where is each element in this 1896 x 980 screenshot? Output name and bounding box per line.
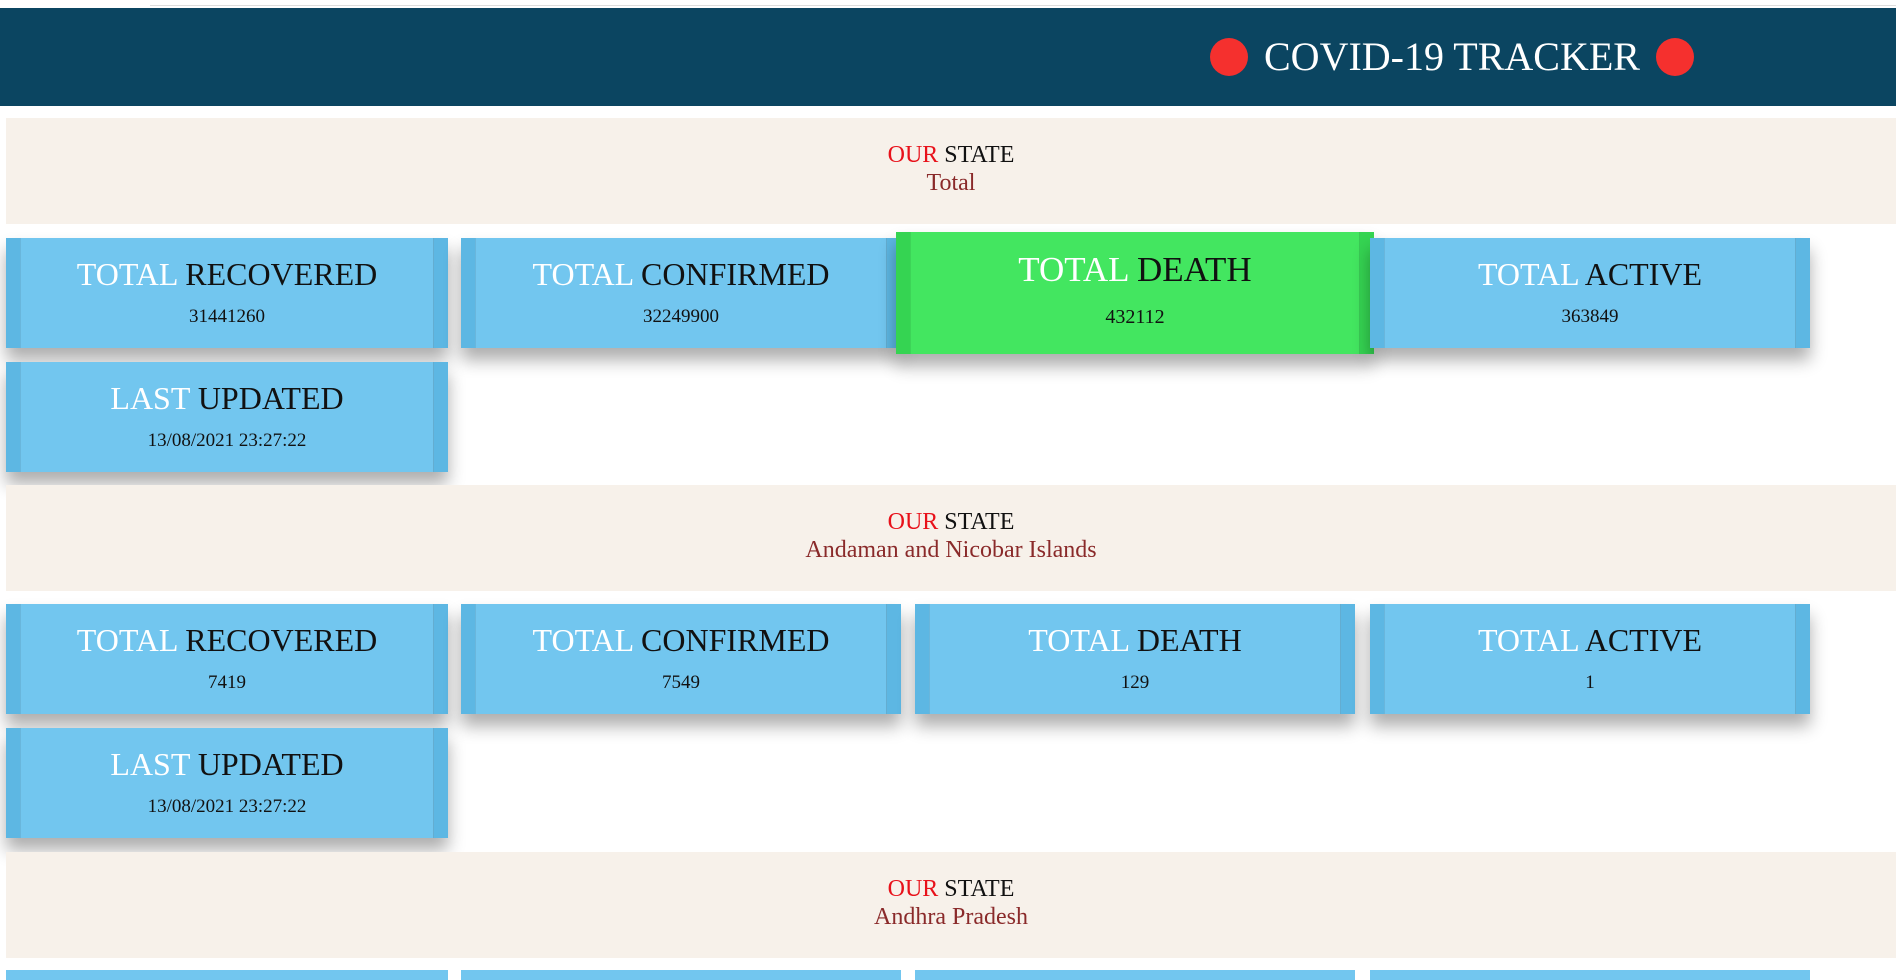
last-updated-card: LAST UPDATED 13/08/2021 23:27:22 — [6, 728, 448, 838]
state-header-total: OUR STATE Total — [6, 118, 1896, 224]
state-heading: OUR STATE — [6, 876, 1896, 903]
state-heading: OUR STATE — [6, 142, 1896, 169]
state-heading: OUR STATE — [6, 509, 1896, 536]
state-header-andhra: OUR STATE Andhra Pradesh — [6, 852, 1896, 958]
state-name: Total — [926, 170, 976, 196]
state-name: Andaman and Nicobar Islands — [805, 537, 1097, 563]
state-label: STATE — [944, 142, 1015, 168]
card-stub — [1370, 970, 1810, 980]
card-label: TOTAL CONFIRMED — [532, 256, 830, 292]
card-label: TOTAL DEATH — [1018, 250, 1252, 289]
card-value: 7419 — [208, 672, 246, 693]
last-updated-card: LAST UPDATED 13/08/2021 23:27:22 — [6, 362, 448, 472]
our-label: OUR — [887, 509, 939, 535]
card-value: 363849 — [1561, 306, 1619, 327]
our-label: OUR — [887, 142, 939, 168]
total-active-card: TOTAL ACTIVE 1 — [1370, 604, 1810, 714]
card-value: 13/08/2021 23:27:22 — [147, 430, 307, 451]
top-border — [150, 0, 1896, 6]
card-value: 31441260 — [189, 306, 265, 327]
red-dot-icon — [1655, 38, 1694, 76]
total-recovered-card: TOTAL RECOVERED 7419 — [6, 604, 448, 714]
card-value: 1 — [1585, 672, 1595, 693]
card-label: LAST UPDATED — [110, 746, 344, 782]
card-label: LAST UPDATED — [110, 380, 344, 416]
card-value: 32249900 — [643, 306, 719, 327]
total-death-card: TOTAL DEATH 432112 — [896, 232, 1374, 354]
card-label: TOTAL RECOVERED — [76, 622, 378, 658]
card-value: 7549 — [662, 672, 700, 693]
card-label: TOTAL RECOVERED — [76, 256, 378, 292]
total-recovered-card: TOTAL RECOVERED 31441260 — [6, 238, 448, 348]
card-stub — [915, 970, 1355, 980]
our-label: OUR — [887, 876, 939, 902]
total-death-card: TOTAL DEATH 129 — [915, 604, 1355, 714]
card-stub — [6, 970, 448, 980]
card-label: TOTAL CONFIRMED — [532, 622, 830, 658]
card-label: TOTAL ACTIVE — [1477, 256, 1703, 292]
total-confirmed-card: TOTAL CONFIRMED 7549 — [461, 604, 901, 714]
state-name: Andhra Pradesh — [874, 904, 1028, 930]
card-value: 432112 — [1105, 306, 1165, 328]
app-title: COVID-19 TRACKER — [1210, 8, 1694, 106]
state-header-andaman: OUR STATE Andaman and Nicobar Islands — [6, 485, 1896, 591]
app-title-text: COVID-19 TRACKER — [1264, 34, 1640, 79]
total-confirmed-card: TOTAL CONFIRMED 32249900 — [461, 238, 901, 348]
state-label: STATE — [944, 876, 1015, 902]
card-label: TOTAL DEATH — [1028, 622, 1242, 658]
card-label: TOTAL ACTIVE — [1477, 622, 1703, 658]
app-header: COVID-19 TRACKER — [0, 8, 1896, 106]
red-dot-icon — [1210, 38, 1248, 76]
state-label: STATE — [944, 509, 1015, 535]
card-stub — [461, 970, 901, 980]
card-value: 13/08/2021 23:27:22 — [147, 796, 307, 817]
card-value: 129 — [1120, 672, 1150, 693]
total-active-card: TOTAL ACTIVE 363849 — [1370, 238, 1810, 348]
